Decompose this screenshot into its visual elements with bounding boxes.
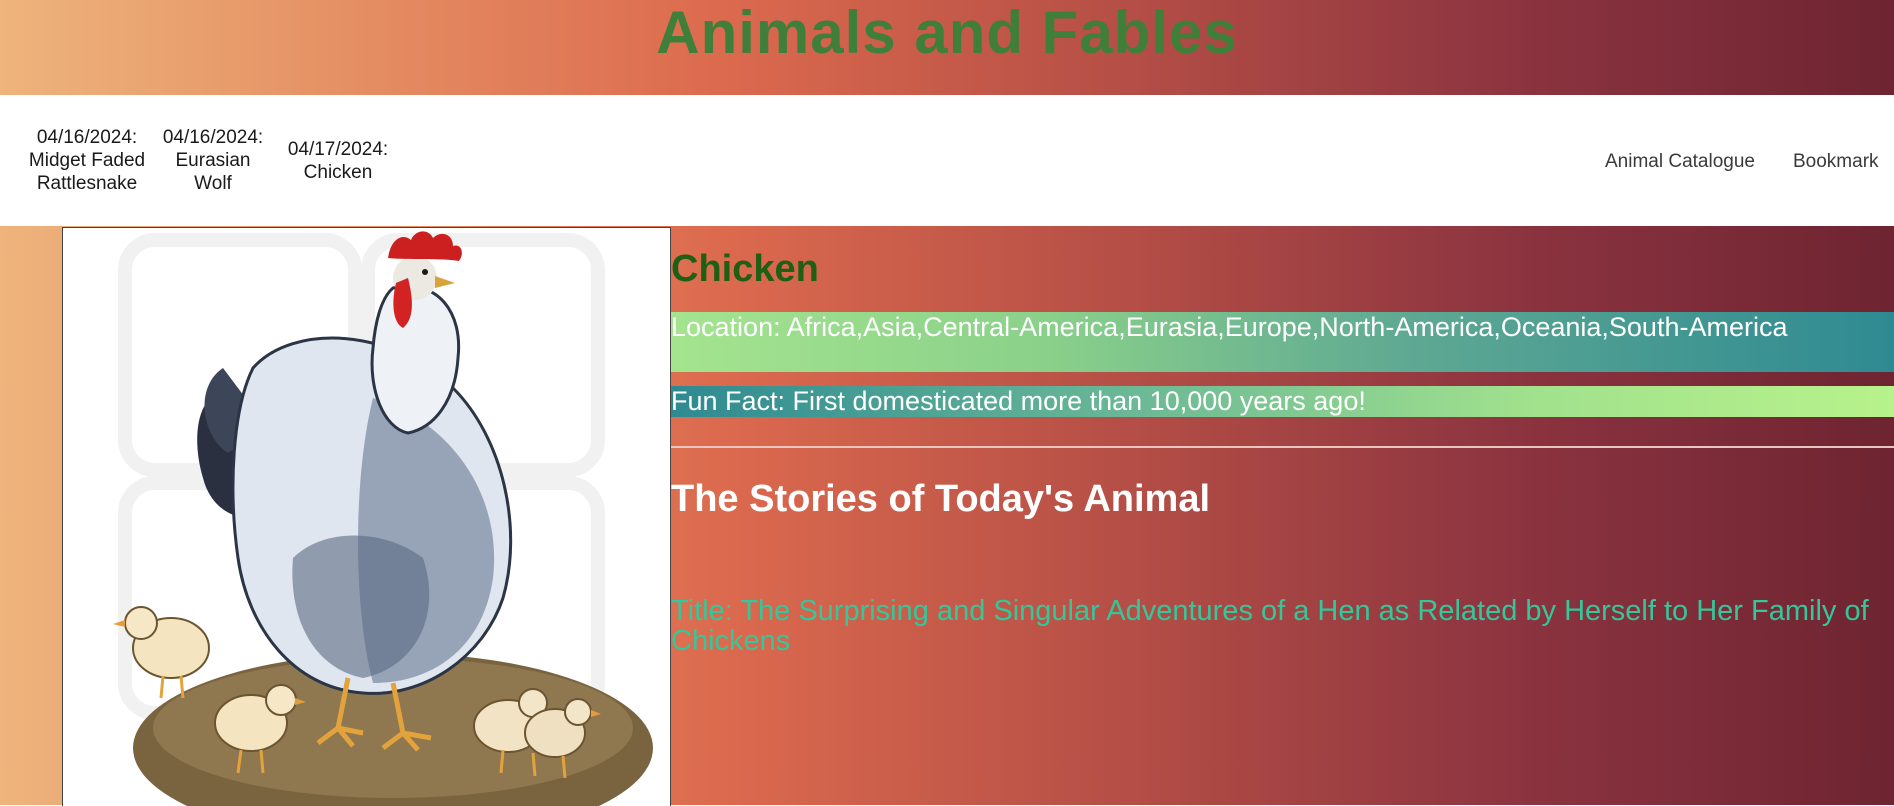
stories-heading: The Stories of Today's Animal: [671, 478, 1211, 520]
recent-animal-link[interactable]: 04/16/2024: Midget Faded Rattlesnake: [28, 95, 146, 226]
story-title-link[interactable]: Title: The Surprising and Singular Adven…: [671, 596, 1894, 656]
animal-fun-fact: Fun Fact: First domesticated more than 1…: [671, 386, 1366, 416]
section-divider: [671, 446, 1894, 448]
animal-name: Chicken: [671, 248, 819, 290]
chicken-illustration: [113, 231, 653, 806]
location-bar: Location: Africa,Asia,Central-America,Eu…: [671, 312, 1894, 372]
bookmark-link[interactable]: Bookmark: [1793, 150, 1879, 173]
recent-animal-date: 04/16/2024:: [162, 127, 264, 148]
recent-animal-link[interactable]: 04/17/2024: Chicken: [282, 95, 394, 226]
fun-fact-bar: Fun Fact: First domesticated more than 1…: [671, 386, 1894, 417]
animal-catalogue-link[interactable]: Animal Catalogue: [1605, 150, 1755, 173]
animal-location: Location: Africa,Asia,Central-America,Eu…: [671, 312, 1788, 342]
site-title: Animals and Fables: [656, 0, 1238, 66]
recent-animal-link[interactable]: 04/16/2024: Eurasian Wolf: [156, 95, 270, 226]
animal-image: [62, 227, 671, 806]
recent-animal-name: Midget Faded Rattlesnake: [28, 150, 146, 194]
recent-animal-name: Eurasian Wolf: [175, 150, 251, 194]
recent-animal-date: 04/17/2024:: [287, 138, 389, 160]
top-navigation: 04/16/2024: Midget Faded Rattlesnake 04/…: [0, 95, 1894, 226]
recent-animal-name: Chicken: [303, 161, 373, 183]
animal-info: Chicken Location: Africa,Asia,Central-Am…: [671, 226, 1894, 805]
site-header: Animals and Fables: [0, 0, 1894, 95]
recent-animal-date: 04/16/2024:: [36, 127, 138, 148]
